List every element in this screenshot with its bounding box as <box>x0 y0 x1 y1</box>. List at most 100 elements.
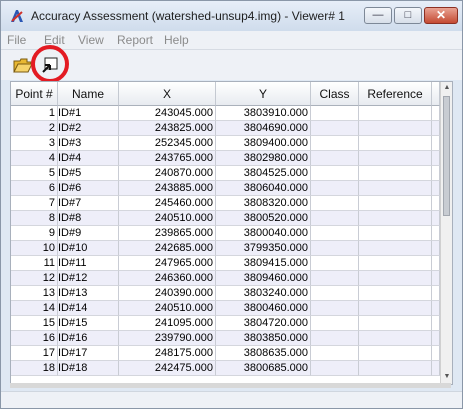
cell-filler[interactable] <box>432 271 440 286</box>
vertical-scrollbar[interactable]: ▲ ▼ <box>440 82 452 384</box>
cell-reference[interactable] <box>359 301 432 316</box>
cell-x[interactable]: 239790.000 <box>119 331 216 346</box>
cell-class[interactable] <box>311 271 359 286</box>
cell-reference[interactable] <box>359 211 432 226</box>
cell-class[interactable] <box>311 211 359 226</box>
cell-y[interactable]: 3803910.000 <box>216 106 311 121</box>
cell-point[interactable]: 6 <box>11 181 58 196</box>
cell-reference[interactable] <box>359 151 432 166</box>
cell-name[interactable]: ID#12 <box>58 271 119 286</box>
table-row[interactable]: 13 ID#13 240390.000 3803240.000 <box>11 286 440 301</box>
cell-point[interactable]: 8 <box>11 211 58 226</box>
cell-name[interactable]: ID#4 <box>58 151 119 166</box>
cell-filler[interactable] <box>432 196 440 211</box>
cell-class[interactable] <box>311 166 359 181</box>
col-header-y[interactable]: Y <box>216 82 311 106</box>
cell-y[interactable]: 3800040.000 <box>216 226 311 241</box>
table-row[interactable]: 9 ID#9 239865.000 3800040.000 <box>11 226 440 241</box>
cell-x[interactable]: 240390.000 <box>119 286 216 301</box>
cell-name[interactable]: ID#10 <box>58 241 119 256</box>
cell-filler[interactable] <box>432 301 440 316</box>
cell-filler[interactable] <box>432 361 440 376</box>
cell-y[interactable]: 3800460.000 <box>216 301 311 316</box>
cell-y[interactable]: 3803240.000 <box>216 286 311 301</box>
cell-name[interactable]: ID#11 <box>58 256 119 271</box>
cell-class[interactable] <box>311 256 359 271</box>
cell-class[interactable] <box>311 331 359 346</box>
cell-y[interactable]: 3808320.000 <box>216 196 311 211</box>
cell-x[interactable]: 242475.000 <box>119 361 216 376</box>
cell-name[interactable]: ID#14 <box>58 301 119 316</box>
cell-filler[interactable] <box>432 316 440 331</box>
cell-x[interactable]: 246360.000 <box>119 271 216 286</box>
cell-x[interactable]: 245460.000 <box>119 196 216 211</box>
cell-class[interactable] <box>311 181 359 196</box>
col-header-x[interactable]: X <box>119 82 216 106</box>
cell-y[interactable]: 3803850.000 <box>216 331 311 346</box>
cell-x[interactable]: 243765.000 <box>119 151 216 166</box>
cell-filler[interactable] <box>432 346 440 361</box>
menu-file[interactable]: File <box>7 33 26 47</box>
cell-point[interactable]: 9 <box>11 226 58 241</box>
cell-point[interactable]: 16 <box>11 331 58 346</box>
cell-point[interactable]: 1 <box>11 106 58 121</box>
cell-y[interactable]: 3804690.000 <box>216 121 311 136</box>
cell-name[interactable]: ID#1 <box>58 106 119 121</box>
close-button[interactable]: ✕ <box>424 7 458 24</box>
table-row[interactable]: 4 ID#4 243765.000 3802980.000 <box>11 151 440 166</box>
cell-class[interactable] <box>311 196 359 211</box>
menu-view[interactable]: View <box>78 33 104 47</box>
scroll-thumb[interactable] <box>443 96 450 216</box>
col-header-name[interactable]: Name <box>58 82 119 106</box>
cell-class[interactable] <box>311 136 359 151</box>
cell-name[interactable]: ID#3 <box>58 136 119 151</box>
cell-filler[interactable] <box>432 106 440 121</box>
cell-reference[interactable] <box>359 346 432 361</box>
cell-reference[interactable] <box>359 241 432 256</box>
cell-x[interactable]: 239865.000 <box>119 226 216 241</box>
cell-y[interactable]: 3806040.000 <box>216 181 311 196</box>
menu-help[interactable]: Help <box>164 33 189 47</box>
cell-filler[interactable] <box>432 256 440 271</box>
table-row[interactable]: 3 ID#3 252345.000 3809400.000 <box>11 136 440 151</box>
table-row[interactable]: 17 ID#17 248175.000 3808635.000 <box>11 346 440 361</box>
cell-name[interactable]: ID#13 <box>58 286 119 301</box>
cell-name[interactable]: ID#6 <box>58 181 119 196</box>
maximize-button[interactable]: □ <box>394 7 422 24</box>
cell-point[interactable]: 7 <box>11 196 58 211</box>
table-row[interactable]: 6 ID#6 243885.000 3806040.000 <box>11 181 440 196</box>
cell-y[interactable]: 3809460.000 <box>216 271 311 286</box>
table-row[interactable]: 15 ID#15 241095.000 3804720.000 <box>11 316 440 331</box>
table-row[interactable]: 2 ID#2 243825.000 3804690.000 <box>11 121 440 136</box>
scroll-up-icon[interactable]: ▲ <box>442 83 452 93</box>
cell-x[interactable]: 241095.000 <box>119 316 216 331</box>
cell-x[interactable]: 240870.000 <box>119 166 216 181</box>
cell-y[interactable]: 3808635.000 <box>216 346 311 361</box>
cell-reference[interactable] <box>359 361 432 376</box>
table-row[interactable]: 18 ID#18 242475.000 3800685.000 <box>11 361 440 376</box>
cell-reference[interactable] <box>359 331 432 346</box>
cell-reference[interactable] <box>359 166 432 181</box>
cell-x[interactable]: 242685.000 <box>119 241 216 256</box>
cell-x[interactable]: 240510.000 <box>119 301 216 316</box>
table-row[interactable]: 12 ID#12 246360.000 3809460.000 <box>11 271 440 286</box>
cell-reference[interactable] <box>359 271 432 286</box>
cell-name[interactable]: ID#17 <box>58 346 119 361</box>
col-header-point[interactable]: Point # <box>11 82 58 106</box>
cell-filler[interactable] <box>432 331 440 346</box>
cell-filler[interactable] <box>432 211 440 226</box>
horizontal-scrollbar[interactable] <box>10 383 451 388</box>
cell-point[interactable]: 11 <box>11 256 58 271</box>
col-header-class[interactable]: Class <box>311 82 359 106</box>
cell-y[interactable]: 3799350.000 <box>216 241 311 256</box>
cell-name[interactable]: ID#2 <box>58 121 119 136</box>
cell-name[interactable]: ID#16 <box>58 331 119 346</box>
cell-point[interactable]: 14 <box>11 301 58 316</box>
cell-x[interactable]: 248175.000 <box>119 346 216 361</box>
cell-reference[interactable] <box>359 226 432 241</box>
cell-filler[interactable] <box>432 121 440 136</box>
cell-point[interactable]: 13 <box>11 286 58 301</box>
cell-reference[interactable] <box>359 316 432 331</box>
cell-x[interactable]: 243045.000 <box>119 106 216 121</box>
cell-y[interactable]: 3804525.000 <box>216 166 311 181</box>
